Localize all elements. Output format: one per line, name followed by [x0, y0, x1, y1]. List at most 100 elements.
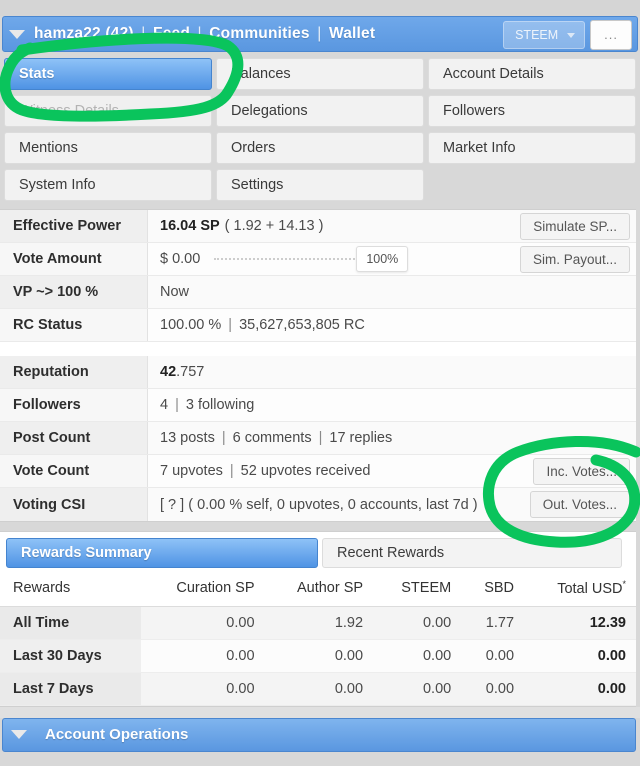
tab-system-info[interactable]: System Info: [4, 169, 212, 201]
cell-curation-sp: 0.00: [140, 672, 265, 706]
stats-group-divider: [0, 342, 636, 356]
vote-separator: |: [229, 463, 234, 479]
row-vote-count: Vote Count 7 upvotes | 52 upvotes receiv…: [0, 455, 636, 488]
row-vp-100: VP ~> 100 % Now: [0, 276, 636, 309]
vote-amount-value: $ 0.00: [160, 251, 201, 267]
col-total-usd: Total USD*: [524, 572, 636, 607]
cell-steem: 0.00: [373, 672, 462, 706]
value-rc-status: 100.00 % | 35,627,653,805 RC: [148, 309, 488, 341]
value-followers: 4 | 3 following: [148, 389, 488, 421]
table-row: Last 30 Days 0.00 0.00 0.00 0.00 0.00: [0, 639, 636, 673]
effective-power-amount: 16.04 SP: [160, 218, 220, 234]
col-rewards: Rewards: [0, 572, 141, 607]
tab-settings[interactable]: Settings: [216, 169, 424, 201]
reputation-decimals: .757: [176, 364, 205, 380]
tab-followers[interactable]: Followers: [428, 95, 636, 127]
tab-rewards-summary[interactable]: Rewards Summary: [6, 538, 318, 568]
account-operations-bar[interactable]: Account Operations: [2, 717, 636, 752]
rewards-tabs: Rewards Summary Recent Rewards: [0, 532, 636, 568]
cell-inc-votes: Inc. Votes...: [488, 455, 636, 487]
rc-percent: 100.00 %: [160, 317, 222, 333]
value-post-count: 13 posts | 6 comments | 17 replies: [148, 422, 488, 454]
following-count: 3 following: [185, 397, 255, 413]
comments-count: 6 comments: [232, 430, 312, 446]
header-links: hamza22 (42) | Feed | Communities | Wall…: [34, 25, 375, 43]
col-steem: STEEM: [373, 572, 462, 607]
cell-rc-empty: [488, 309, 636, 341]
rewards-header-row: Rewards Curation SP Author SP STEEM SBD …: [0, 572, 636, 607]
label-followers: Followers: [0, 389, 148, 421]
top-chrome-strip: [0, 0, 640, 16]
label-vote-count: Vote Count: [0, 455, 148, 487]
tab-mentions[interactable]: Mentions: [4, 132, 212, 164]
col-sbd: SBD: [461, 572, 525, 607]
cell-reputation-empty: [488, 356, 636, 388]
value-vp-100: Now: [148, 276, 488, 308]
chain-select[interactable]: STEEM: [503, 21, 586, 49]
tab-balances[interactable]: Balances: [216, 58, 424, 90]
tab-stats[interactable]: Stats: [4, 58, 212, 90]
cell-steem: 0.00: [373, 639, 462, 673]
header-link-communities[interactable]: Communities: [209, 25, 309, 42]
header-link-wallet[interactable]: Wallet: [329, 25, 375, 42]
incoming-votes-button[interactable]: Inc. Votes...: [533, 457, 630, 485]
rewards-table: Rewards Curation SP Author SP STEEM SBD …: [0, 572, 636, 706]
header-link-feed[interactable]: Feed: [153, 25, 190, 42]
value-voting-csi: [ ? ] ( 0.00 % self, 0 upvotes, 0 accoun…: [148, 488, 488, 521]
cell-curation-sp: 0.00: [140, 639, 265, 673]
col-curation-sp: Curation SP: [140, 572, 265, 607]
row-followers: Followers 4 | 3 following: [0, 389, 636, 422]
cell-author-sp: 0.00: [264, 672, 374, 706]
slider-percent-label[interactable]: 100%: [356, 246, 409, 272]
tab-orders[interactable]: Orders: [216, 132, 424, 164]
tab-recent-rewards[interactable]: Recent Rewards: [322, 538, 622, 568]
effective-power-breakdown: ( 1.92 + 14.13 ): [224, 218, 324, 234]
cell-curation-sp: 0.00: [140, 606, 265, 640]
account-header-bar[interactable]: hamza22 (42) | Feed | Communities | Wall…: [2, 16, 638, 52]
bottom-gap: [0, 706, 640, 718]
cell-sbd: 0.00: [461, 672, 525, 706]
row-effective-power: Effective Power 16.04 SP ( 1.92 + 14.13 …: [0, 210, 636, 243]
vote-weight-slider[interactable]: 100%: [214, 246, 409, 272]
row-period-all-time: All Time: [0, 606, 141, 640]
simulate-sp-button[interactable]: Simulate SP...: [520, 212, 630, 240]
cell-vp-100-empty: [488, 276, 636, 308]
label-vote-amount: Vote Amount: [0, 243, 148, 275]
row-period-last-7-days: Last 7 Days: [0, 672, 141, 706]
more-options-button[interactable]: ...: [590, 20, 632, 50]
tab-account-details[interactable]: Account Details: [428, 58, 636, 90]
upvotes-received: 52 upvotes received: [240, 463, 371, 479]
slider-track: [214, 258, 363, 260]
label-reputation: Reputation: [0, 356, 148, 388]
label-vp-100: VP ~> 100 %: [0, 276, 148, 308]
cell-out-votes: Out. Votes...: [488, 488, 636, 521]
tab-market-info[interactable]: Market Info: [428, 132, 636, 164]
tab-witness-details: Witness Details: [4, 95, 212, 127]
rewards-panel: Rewards Summary Recent Rewards Rewards C…: [0, 531, 636, 707]
row-voting-csi: Voting CSI [ ? ] ( 0.00 % self, 0 upvote…: [0, 488, 636, 521]
caret-down-icon[interactable]: [11, 730, 27, 740]
followers-separator: |: [175, 397, 179, 413]
value-reputation: 42.757: [148, 356, 488, 388]
col-total-usd-label: Total USD: [557, 580, 623, 597]
cell-author-sp: 0.00: [264, 639, 374, 673]
cell-post-count-empty: [488, 422, 636, 454]
col-total-usd-asterisk: *: [622, 579, 626, 589]
cell-sbd: 0.00: [461, 639, 525, 673]
upvotes-given: 7 upvotes: [160, 463, 223, 479]
replies-count: 17 replies: [329, 430, 393, 446]
tab-delegations[interactable]: Delegations: [216, 95, 424, 127]
sim-payout-button[interactable]: Sim. Payout...: [519, 245, 630, 273]
header-separator-3: |: [317, 25, 322, 42]
value-vote-count: 7 upvotes | 52 upvotes received: [148, 455, 488, 487]
row-vote-amount: Vote Amount $ 0.00 100% Sim. Payout...: [0, 243, 636, 276]
cell-total-usd: 0.00: [524, 672, 636, 706]
followers-count: 4: [160, 397, 169, 413]
outgoing-votes-button[interactable]: Out. Votes...: [529, 491, 630, 518]
header-username[interactable]: hamza22 (42): [34, 25, 134, 42]
table-row: Last 7 Days 0.00 0.00 0.00 0.00 0.00: [0, 672, 636, 706]
chevron-down-icon: [567, 32, 576, 38]
caret-down-icon[interactable]: [9, 29, 25, 39]
post-separator-2: |: [318, 430, 323, 446]
cell-total-usd: 12.39: [524, 606, 636, 640]
